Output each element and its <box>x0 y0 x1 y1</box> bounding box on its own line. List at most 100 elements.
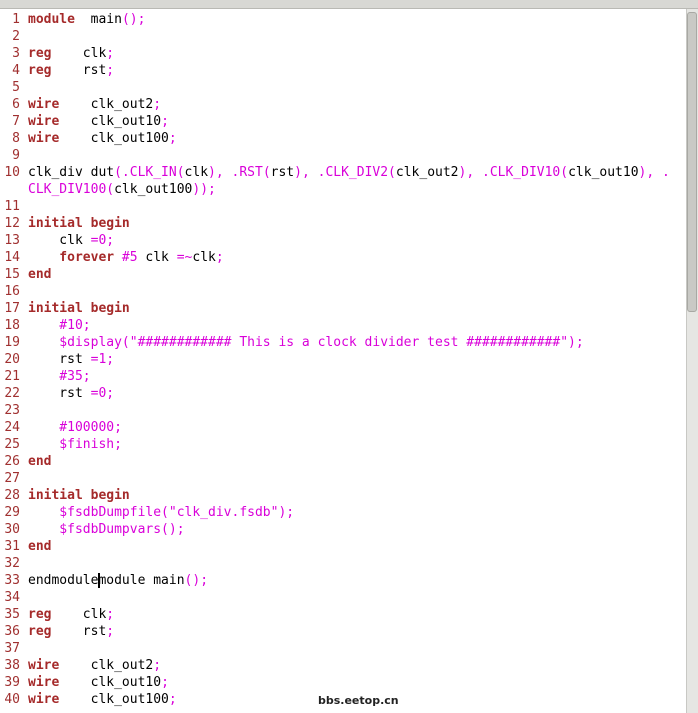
line-text: wire clk_out10; <box>28 674 169 691</box>
code-line[interactable]: 34 <box>0 589 686 606</box>
literal-token: )); <box>192 182 216 197</box>
code-line[interactable]: 5 <box>0 79 686 96</box>
code-line[interactable]: 29 $fsdbDumpfile("clk_div.fsdb"); <box>0 504 686 521</box>
code-line[interactable]: 32 <box>0 555 686 572</box>
line-number: 32 <box>4 556 20 571</box>
line-text: rst =1; <box>28 351 114 368</box>
code-line[interactable]: 13 clk =0; <box>0 232 686 249</box>
keyword-token: wire <box>28 658 60 673</box>
literal-token: =0; <box>90 386 115 401</box>
line-number: 19 <box>4 335 20 350</box>
code-line[interactable]: 18 #10; <box>0 317 686 334</box>
identifier-token: rst <box>51 63 107 78</box>
identifier-token: clk <box>192 250 216 265</box>
text-caret <box>98 573 101 588</box>
identifier-token: rst <box>28 386 91 401</box>
code-editor[interactable]: 1 module main(); 2 3 reg clk; 4 reg rst; 5 6 wire… <box>0 9 686 713</box>
code-line[interactable]: 33 endmodulemodule main(); <box>0 572 686 589</box>
literal-token: =0; <box>90 233 115 248</box>
code-line[interactable]: 16 <box>0 283 686 300</box>
identifier-token: clk_out100 <box>114 182 193 197</box>
code-line[interactable]: 37 <box>0 640 686 657</box>
code-line[interactable]: 19 $display("############ This is a cloc… <box>0 334 686 351</box>
line-number: 28 <box>4 488 20 503</box>
code-line[interactable]: 8 wire clk_out100; <box>0 130 686 147</box>
identifier-token: clk <box>51 46 107 61</box>
identifier-token: clk <box>137 250 177 265</box>
code-line[interactable]: 7 wire clk_out10; <box>0 113 686 130</box>
literal-token: #35; <box>28 369 91 384</box>
line-text: $fsdbDumpfile("clk_div.fsdb"); <box>28 504 294 521</box>
code-line[interactable]: 20 rst =1; <box>0 351 686 368</box>
literal-token: ; <box>106 46 115 61</box>
literal-token: ), .CLK_DIV2( <box>294 165 396 180</box>
line-number: 39 <box>4 675 20 690</box>
code-line[interactable]: 4 reg rst; <box>0 62 686 79</box>
line-text: end <box>28 266 51 283</box>
literal-token: =1; <box>90 352 115 367</box>
line-text: CLK_DIV100(clk_out100)); <box>28 181 216 198</box>
code-line[interactable]: 3 reg clk; <box>0 45 686 62</box>
line-number: 22 <box>4 386 20 401</box>
code-line[interactable]: 17 initial begin <box>0 300 686 317</box>
code-line[interactable]: 39 wire clk_out10; <box>0 674 686 691</box>
code-line[interactable]: 26 end <box>0 453 686 470</box>
line-text: forever #5 clk =~clk; <box>28 249 223 266</box>
code-line[interactable]: 12 initial begin <box>0 215 686 232</box>
literal-token: $fsdbDumpvars(); <box>28 522 185 537</box>
code-line[interactable]: 14 forever #5 clk =~clk; <box>0 249 686 266</box>
code-line[interactable]: 21 #35; <box>0 368 686 385</box>
keyword-token: reg <box>28 607 52 622</box>
identifier-token: clk <box>51 607 107 622</box>
code-line[interactable]: 38 wire clk_out2; <box>0 657 686 674</box>
code-line[interactable]: 36 reg rst; <box>0 623 686 640</box>
line-number: 34 <box>4 590 20 605</box>
identifier-token: rst <box>270 165 295 180</box>
line-text: rst =0; <box>28 385 114 402</box>
code-line[interactable]: 27 <box>0 470 686 487</box>
line-number: 36 <box>4 624 20 639</box>
code-line[interactable]: 22 rst =0; <box>0 385 686 402</box>
literal-token: #5 <box>121 250 138 265</box>
code-line[interactable]: 24 #100000; <box>0 419 686 436</box>
line-number: 13 <box>4 233 20 248</box>
line-text: initial begin <box>28 215 130 232</box>
line-number: 25 <box>4 437 20 452</box>
code-line[interactable]: 25 $finish; <box>0 436 686 453</box>
code-line[interactable]: 6 wire clk_out2; <box>0 96 686 113</box>
code-line[interactable]: 9 <box>0 147 686 164</box>
line-text: wire clk_out10; <box>28 113 169 130</box>
code-line[interactable]: 31 end <box>0 538 686 555</box>
identifier-token: clk_out100 <box>59 692 169 707</box>
line-number: 2 <box>12 29 20 44</box>
line-number: 40 <box>4 692 20 707</box>
scrollbar-thumb[interactable] <box>687 12 697 312</box>
line-text: clk =0; <box>28 232 114 249</box>
code-line[interactable]: 2 <box>0 28 686 45</box>
code-line[interactable]: 11 <box>0 198 686 215</box>
watermark-text: bbs.eetop.cn <box>318 694 399 707</box>
code-line[interactable]: 10 clk_div dut(.CLK_IN(clk), .RST(rst), .… <box>0 164 686 181</box>
code-line[interactable]: 30 $fsdbDumpvars(); <box>0 521 686 538</box>
line-number: 24 <box>4 420 20 435</box>
identifier-token: clk_out2 <box>59 97 154 112</box>
code-line[interactable]: 35 reg clk; <box>0 606 686 623</box>
keyword-token: end <box>28 267 52 282</box>
code-line[interactable]: 23 <box>0 402 686 419</box>
line-text: module main(); <box>28 11 145 28</box>
line-text: $fsdbDumpvars(); <box>28 521 185 538</box>
line-text: #10; <box>28 317 90 334</box>
line-number: 1 <box>12 12 20 27</box>
line-text: reg rst; <box>28 623 114 640</box>
keyword-token: wire <box>28 114 60 129</box>
line-number: 11 <box>4 199 20 214</box>
code-line[interactable]: 28 initial begin <box>0 487 686 504</box>
code-line[interactable]: 15 end <box>0 266 686 283</box>
literal-token: ; <box>106 624 115 639</box>
keyword-token: initial begin <box>28 216 130 231</box>
code-line[interactable]: 1 module main(); <box>0 11 686 28</box>
line-number: 37 <box>4 641 20 656</box>
identifier-token: clk_out2 <box>395 165 459 180</box>
code-line[interactable]: CLK_DIV100(clk_out100)); <box>0 181 686 198</box>
identifier-token: clk_out10 <box>59 114 162 129</box>
